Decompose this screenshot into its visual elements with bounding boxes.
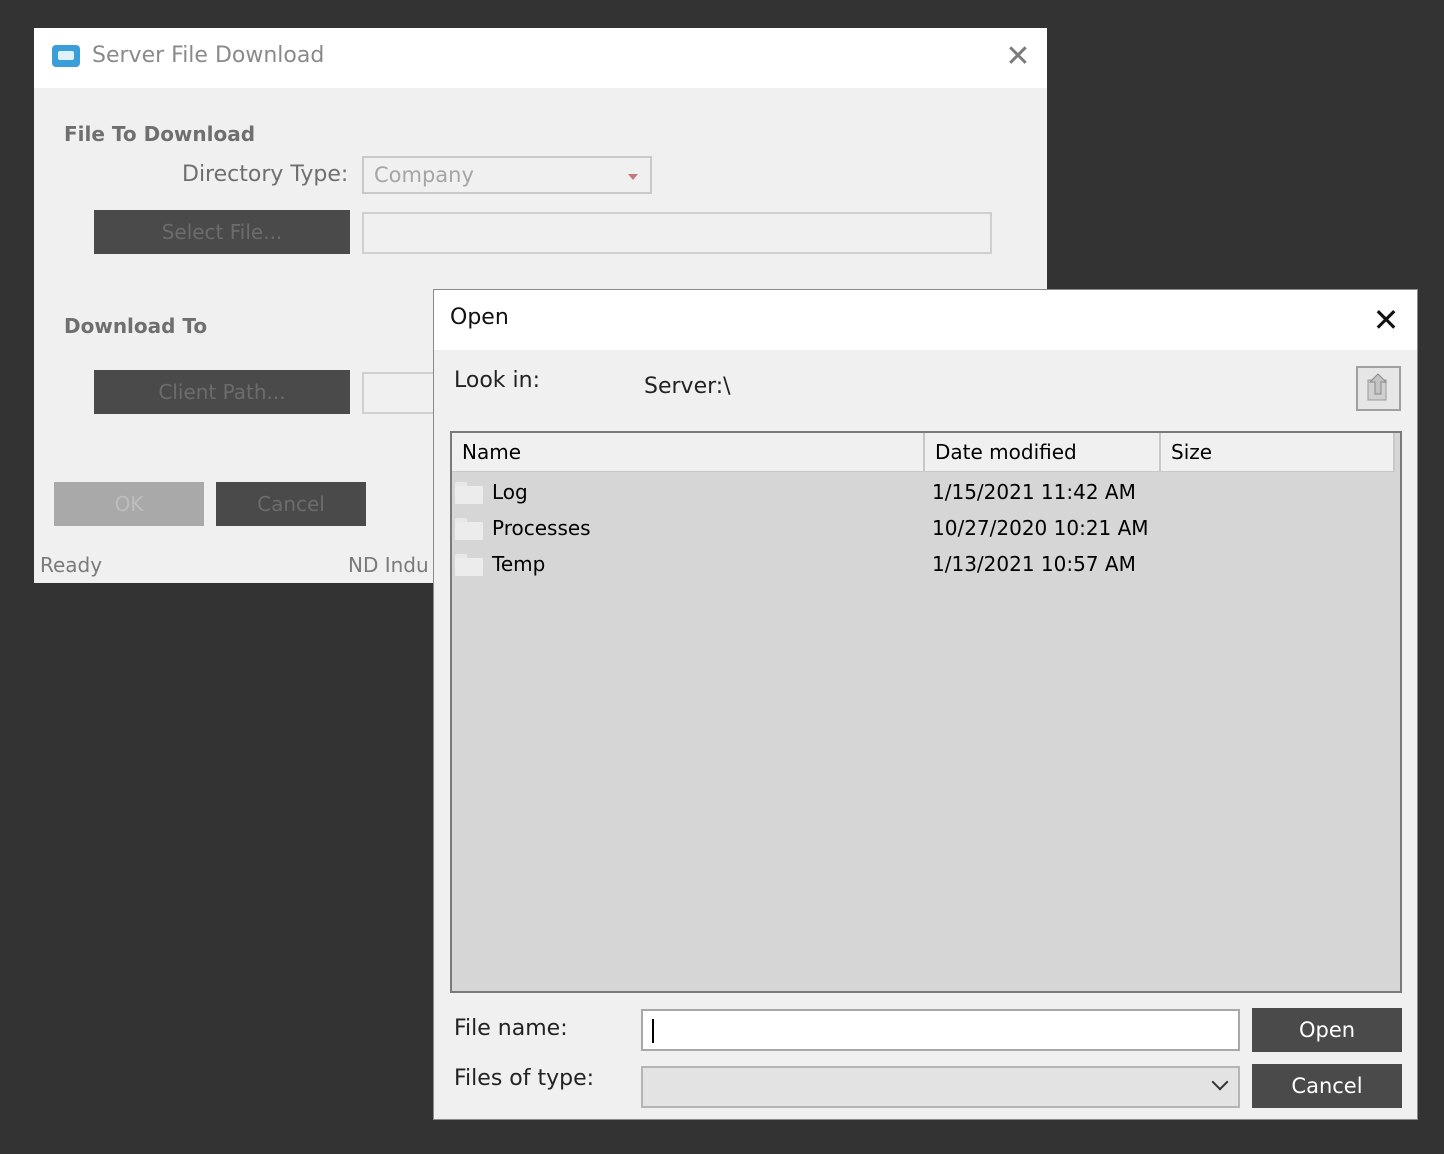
column-header-date-modified[interactable]: Date modified — [925, 433, 1161, 471]
file-name: Log — [492, 480, 528, 504]
file-list[interactable]: Name Date modified Size Log 1/15/2021 11… — [450, 431, 1402, 993]
list-item[interactable]: Processes 10/27/2020 10:21 AM — [452, 510, 1392, 546]
file-name: Temp — [492, 552, 546, 576]
directory-type-label: Directory Type: — [182, 162, 349, 187]
up-folder-button[interactable] — [1356, 366, 1401, 411]
dialog-title: Open — [450, 305, 509, 330]
dropdown-arrow-icon — [628, 174, 638, 180]
title-bar: Server File Download ✕ — [34, 28, 1047, 88]
cancel-button[interactable]: Cancel — [1252, 1064, 1402, 1108]
status-text: Ready — [40, 553, 103, 577]
file-date: 1/15/2021 11:42 AM — [932, 480, 1136, 504]
text-caret — [652, 1019, 654, 1043]
title-bar: Open ✕ — [434, 290, 1417, 350]
folder-icon — [455, 482, 483, 504]
up-folder-icon — [1367, 373, 1388, 401]
cancel-button[interactable]: Cancel — [216, 482, 366, 526]
download-to-heading: Download To — [64, 314, 208, 338]
files-of-type-label: Files of type: — [454, 1066, 595, 1091]
list-item[interactable]: Temp 1/13/2021 10:57 AM — [452, 546, 1392, 582]
chevron-down-icon — [1211, 1073, 1229, 1091]
column-header-name[interactable]: Name — [452, 433, 925, 471]
dialog-title: Server File Download — [92, 43, 325, 68]
file-date: 1/13/2021 10:57 AM — [932, 552, 1136, 576]
look-in-value: Server:\ — [644, 374, 731, 399]
directory-type-dropdown[interactable]: Company — [362, 156, 652, 194]
file-date: 10/27/2020 10:21 AM — [932, 516, 1149, 540]
folder-icon — [455, 554, 483, 576]
select-file-button[interactable]: Select File... — [94, 210, 350, 254]
directory-type-value: Company — [374, 163, 474, 187]
file-to-download-heading: File To Download — [64, 122, 256, 146]
files-of-type-dropdown[interactable] — [641, 1066, 1240, 1108]
selected-file-field[interactable] — [362, 212, 992, 254]
list-header: Name Date modified Size — [452, 433, 1395, 472]
file-name-input[interactable] — [641, 1009, 1240, 1051]
folder-icon — [455, 518, 483, 540]
close-icon[interactable]: ✕ — [1364, 300, 1408, 340]
close-icon[interactable]: ✕ — [996, 40, 1040, 74]
open-dialog: Open ✕ Look in: Server:\ Name Date modif… — [433, 289, 1418, 1120]
client-path-button[interactable]: Client Path... — [94, 370, 350, 414]
status-company: ND Indu — [348, 553, 429, 577]
file-name: Processes — [492, 516, 591, 540]
open-button[interactable]: Open — [1252, 1008, 1402, 1052]
list-item[interactable]: Log 1/15/2021 11:42 AM — [452, 474, 1392, 510]
file-name-label: File name: — [454, 1016, 568, 1041]
ok-button[interactable]: OK — [54, 482, 204, 526]
app-icon — [52, 45, 80, 67]
column-header-size[interactable]: Size — [1161, 433, 1395, 471]
look-in-label: Look in: — [454, 368, 540, 393]
